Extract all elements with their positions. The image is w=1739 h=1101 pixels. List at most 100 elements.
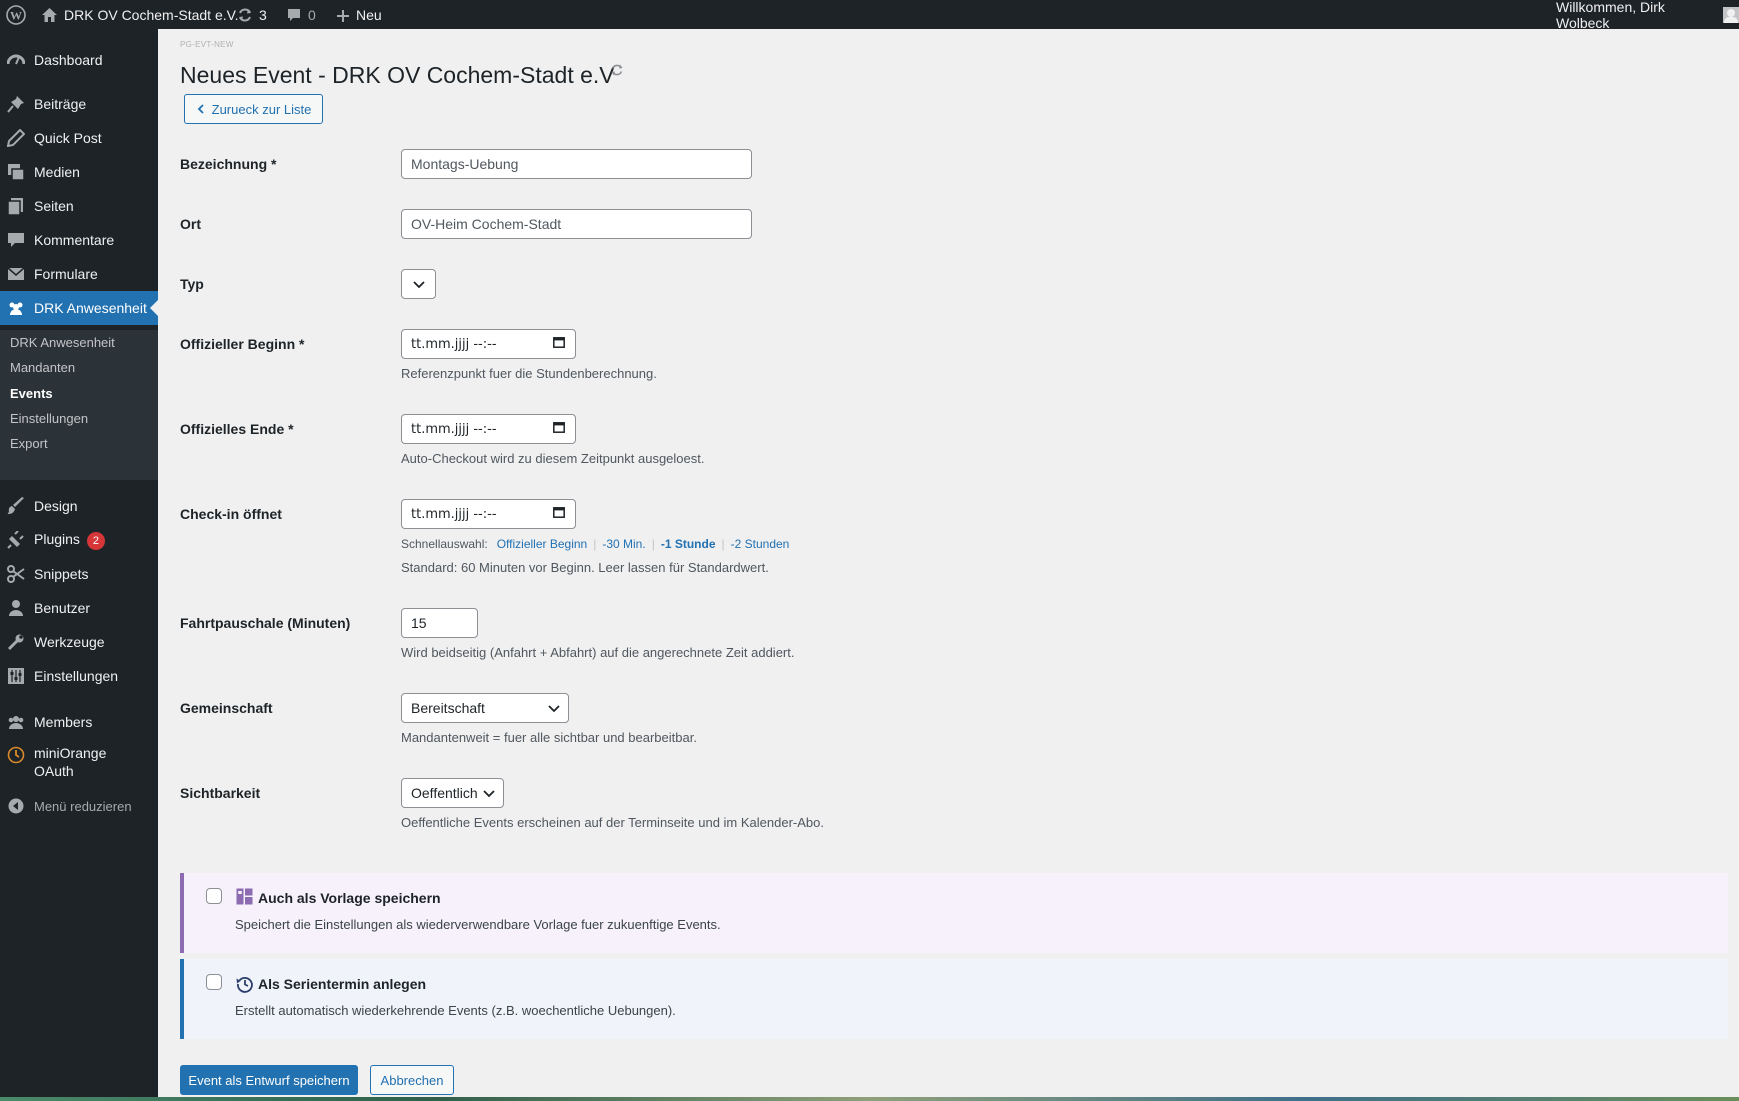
- pencil-icon: [7, 129, 25, 147]
- chevron-down-icon: [483, 785, 495, 801]
- paintbrush-icon: [7, 497, 25, 515]
- dashboard-icon: [7, 51, 25, 69]
- menu-settings[interactable]: Einstellungen: [0, 659, 158, 693]
- start-label: Offizieller Beginn *: [180, 336, 305, 352]
- menu-tools[interactable]: Werkzeuge: [0, 625, 158, 659]
- quick-option-official-start[interactable]: Offizieller Beginn: [497, 537, 588, 551]
- comment-icon: [286, 6, 302, 23]
- start-datetime-input[interactable]: tt.mm.jjjj --:--: [401, 329, 576, 359]
- back-to-list-button[interactable]: Zurueck zur Liste: [184, 94, 323, 124]
- community-description: Mandantenweit = fuer alle sichtbar und b…: [401, 730, 697, 745]
- updates-link[interactable]: 3: [237, 0, 267, 29]
- oauth-label-line2: OAuth: [34, 763, 74, 779]
- wordpress-logo-icon[interactable]: W: [6, 0, 26, 29]
- collapse-menu-button[interactable]: Menü reduzieren: [0, 789, 158, 823]
- quick-select: Schnellauswahl: Offizieller Beginn | -30…: [401, 537, 789, 551]
- visibility-select[interactable]: Oeffentlich: [401, 778, 504, 808]
- travel-minutes-input[interactable]: 15: [401, 608, 478, 638]
- account-menu[interactable]: Willkommen, Dirk Wolbeck: [1556, 0, 1739, 31]
- quick-option-30-min[interactable]: -30 Min.: [602, 537, 645, 551]
- quick-separator: |: [721, 537, 725, 551]
- site-name-link[interactable]: DRK OV Cochem-Stadt e.V.: [41, 0, 239, 29]
- calendar-icon[interactable]: [553, 506, 565, 522]
- start-description: Referenzpunkt fuer die Stundenberechnung…: [401, 366, 657, 381]
- checkin-label: Check-in öffnet: [180, 506, 282, 522]
- cancel-button-label: Abbrechen: [380, 1072, 444, 1088]
- pushpin-icon: [7, 95, 25, 113]
- pages-icon: [7, 197, 25, 215]
- group-icon: [7, 299, 25, 317]
- admin-sidebar: Dashboard Beiträge Quick Post Medien Sei…: [0, 29, 158, 1101]
- type-select[interactable]: [401, 269, 436, 299]
- menu-dashboard[interactable]: Dashboard: [0, 43, 158, 77]
- menu-snippets[interactable]: Snippets: [0, 557, 158, 591]
- checkin-description: Standard: 60 Minuten vor Beginn. Leer la…: [401, 560, 769, 575]
- quick-select-label: Schnellauswahl:: [401, 537, 488, 551]
- place-label: Ort: [180, 216, 201, 232]
- menu-plugins-label: Plugins: [34, 530, 80, 547]
- menu-miniorange-oauth[interactable]: miniOrange OAuth: [0, 739, 158, 783]
- name-input[interactable]: Montags-Uebung: [401, 149, 752, 179]
- menu-posts[interactable]: Beiträge: [0, 87, 158, 121]
- save-as-template-checkbox[interactable]: [206, 888, 222, 904]
- menu-users[interactable]: Benutzer: [0, 591, 158, 625]
- menu-drk-anwesenheit[interactable]: DRK Anwesenheit: [0, 291, 158, 325]
- menu-media[interactable]: Medien: [0, 155, 158, 189]
- chevron-down-icon: [412, 276, 425, 292]
- end-datetime-value: tt.mm.jjjj --:--: [411, 421, 497, 437]
- menu-quick-post[interactable]: Quick Post: [0, 121, 158, 155]
- submenu-einstellungen[interactable]: Einstellungen: [10, 411, 88, 426]
- menu-design[interactable]: Design: [0, 489, 158, 523]
- submenu-export[interactable]: Export: [10, 436, 48, 451]
- save-draft-button[interactable]: Event als Entwurf speichern: [180, 1065, 358, 1095]
- type-label: Typ: [180, 276, 204, 292]
- place-input[interactable]: OV-Heim Cochem-Stadt: [401, 209, 752, 239]
- menu-pages[interactable]: Seiten: [0, 189, 158, 223]
- calendar-icon[interactable]: [553, 336, 565, 352]
- menu-members[interactable]: Members: [0, 705, 158, 739]
- quick-option-1-hour[interactable]: -1 Stunde: [661, 537, 716, 551]
- community-select-value: Bereitschaft: [411, 700, 485, 716]
- quick-separator: |: [651, 537, 655, 551]
- submenu-mandanten[interactable]: Mandanten: [10, 360, 75, 375]
- place-input-value: OV-Heim Cochem-Stadt: [411, 216, 562, 232]
- svg-text:W: W: [10, 8, 22, 22]
- community-label: Gemeinschaft: [180, 700, 273, 716]
- chevron-left-icon: [196, 102, 206, 117]
- calendar-icon[interactable]: [553, 421, 565, 437]
- media-icon: [7, 163, 25, 181]
- oauth-label-line1: miniOrange: [34, 745, 107, 761]
- recurring-event-title: Als Serientermin anlegen: [258, 976, 427, 992]
- plus-icon: [336, 6, 350, 22]
- plugins-update-badge: 2: [86, 531, 105, 550]
- cancel-button[interactable]: Abbrechen: [370, 1065, 454, 1095]
- save-as-template-title: Auch als Vorlage speichern: [258, 890, 441, 906]
- menu-forms[interactable]: Formulare: [0, 257, 158, 291]
- recurring-event-checkbox[interactable]: [206, 974, 222, 990]
- quick-option-2-hours[interactable]: -2 Stunden: [731, 537, 790, 551]
- name-label: Bezeichnung *: [180, 156, 277, 172]
- submenu-events[interactable]: Events: [10, 386, 53, 401]
- menu-plugins[interactable]: Plugins 2: [0, 523, 158, 557]
- travel-label: Fahrtpauschale (Minuten): [180, 615, 351, 631]
- community-select[interactable]: Bereitschaft: [401, 693, 569, 723]
- active-menu-arrow: [150, 300, 158, 316]
- submenu-drk-anwesenheit[interactable]: DRK Anwesenheit: [10, 335, 115, 350]
- name-input-value: Montags-Uebung: [411, 156, 519, 172]
- visibility-label: Sichtbarkeit: [180, 785, 261, 801]
- page-id: PG-EVT-NEW: [180, 40, 234, 49]
- start-datetime-value: tt.mm.jjjj --:--: [411, 336, 497, 352]
- drk-submenu: DRK Anwesenheit Mandanten Events Einstel…: [0, 330, 158, 480]
- checkin-datetime-input[interactable]: tt.mm.jjjj --:--: [401, 499, 576, 529]
- wrench-icon: [7, 633, 25, 651]
- comments-link[interactable]: 0: [286, 0, 316, 29]
- main-content: PG-EVT-NEW Neues Event - DRK OV Cochem-S…: [158, 29, 1739, 1101]
- end-datetime-input[interactable]: tt.mm.jjjj --:--: [401, 414, 576, 444]
- menu-comments[interactable]: Kommentare: [0, 223, 158, 257]
- refresh-icon[interactable]: [610, 63, 624, 80]
- admin-bar: W DRK OV Cochem-Stadt e.V. 3 0 Neu Willk…: [0, 0, 1739, 31]
- user-icon: [7, 599, 25, 617]
- new-content-link[interactable]: Neu: [336, 0, 382, 29]
- comment-icon: [7, 231, 25, 249]
- end-description: Auto-Checkout wird zu diesem Zeitpunkt a…: [401, 451, 705, 466]
